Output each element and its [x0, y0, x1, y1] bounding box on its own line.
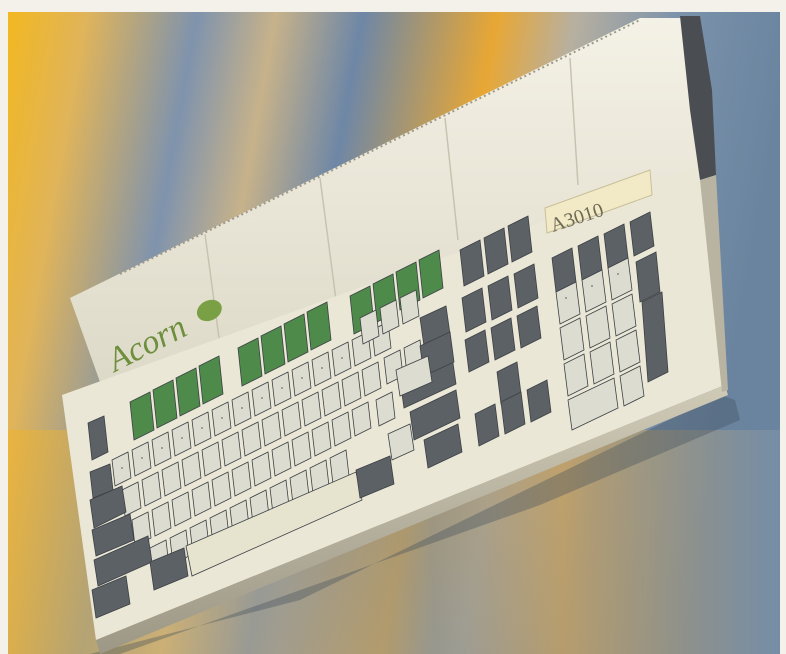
keyboard-photo: Acorn A3010 [0, 0, 786, 654]
photo-scene: Acorn A3010 [0, 0, 786, 654]
